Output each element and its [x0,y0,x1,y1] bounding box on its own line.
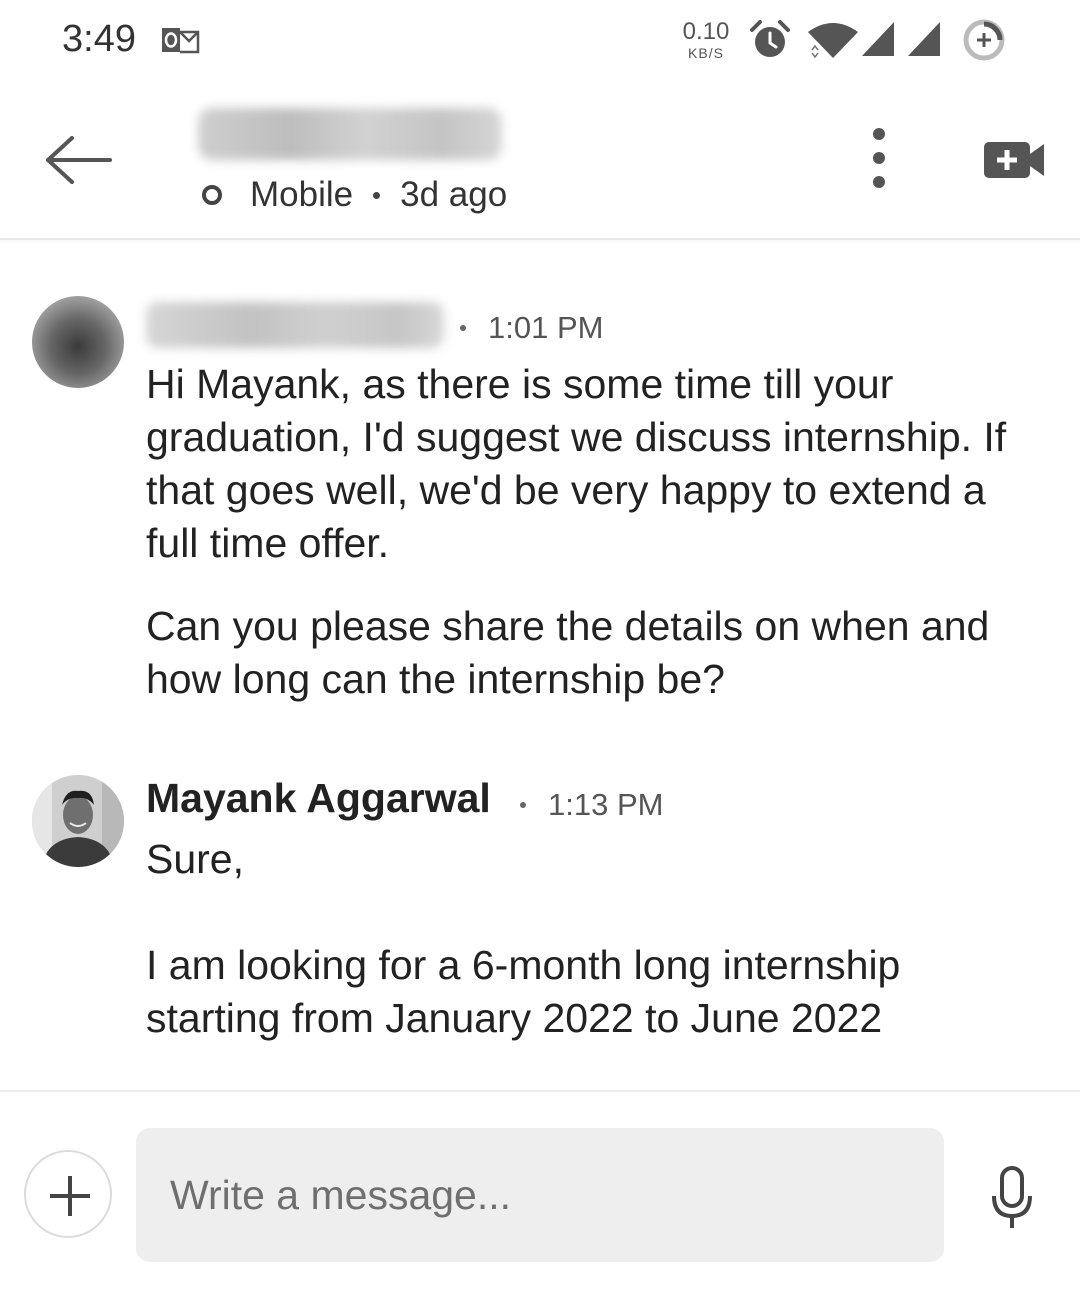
avatar[interactable] [32,775,124,867]
sender-name-redacted [146,302,444,348]
conversation-header: Mobile 3d ago [0,80,1080,240]
separator-dot [373,191,381,199]
back-button[interactable] [40,130,116,190]
presence-label: Mobile [250,175,354,214]
message-body: Hi Mayank, as there is some time till yo… [146,358,1026,706]
battery-saver-icon [963,19,1005,61]
message-item: Mayank Aggarwal 1:13 PM Sure, I am looki… [0,775,1080,1055]
network-speed-unit: KB/S [688,45,724,61]
message-meta: 1:13 PM [520,787,663,823]
sender-name[interactable]: Mayank Aggarwal [146,775,491,822]
alarm-icon [750,20,790,57]
message-paragraph: Hi Mayank, as there is some time till yo… [146,361,1007,566]
cell-signal-icon [908,22,940,56]
cell-signal-icon [862,22,894,56]
video-call-icon[interactable] [982,138,1048,182]
message-time: 1:13 PM [548,787,664,822]
message-meta: 1:01 PM [460,310,603,346]
separator-dot [520,802,526,808]
wifi-icon [808,23,858,59]
status-bar: 3:49 0.10 KB/S [0,0,1080,80]
more-vertical-dot [873,152,885,164]
message-time: 1:01 PM [488,310,604,345]
contact-name-redacted [198,108,502,160]
separator-dot [460,325,466,331]
network-speed: 0.10 KB/S [680,18,732,61]
more-vertical-dot [873,176,885,188]
message-body: Sure, I am looking for a 6-month long in… [146,833,1026,1045]
message-paragraph: Sure, [146,836,244,882]
more-options-button[interactable] [860,128,898,194]
presence-status: Mobile 3d ago [202,172,507,218]
message-paragraph: Can you please share the details on when… [146,603,990,702]
message-input[interactable] [136,1128,944,1262]
message-item: 1:01 PM Hi Mayank, as there is some time… [0,296,1080,716]
back-arrow-icon [46,136,112,184]
outlook-icon [162,28,200,54]
plus-icon [50,1176,90,1216]
add-attachment-button[interactable] [24,1150,112,1238]
profile-photo-icon [32,775,124,867]
microphone-icon[interactable] [990,1166,1034,1230]
presence-indicator-icon [202,185,222,205]
message-composer [0,1090,1080,1295]
message-paragraph: I am looking for a 6-month long internsh… [146,942,901,1041]
more-vertical-icon [873,128,885,140]
avatar-redacted [32,296,124,388]
status-time: 3:49 [62,18,136,60]
network-speed-value: 0.10 [682,18,730,45]
last-seen: 3d ago [400,175,508,214]
